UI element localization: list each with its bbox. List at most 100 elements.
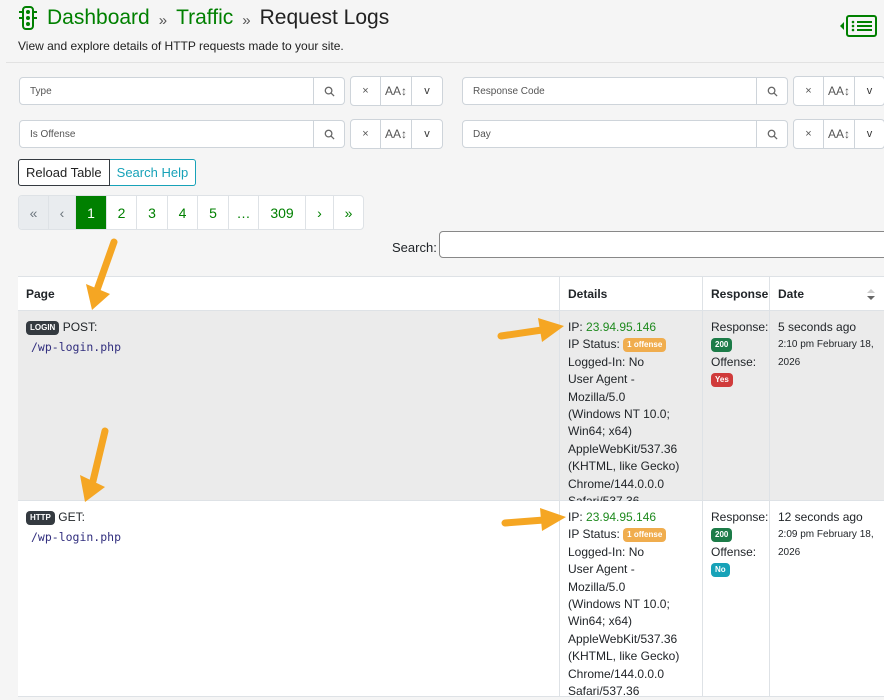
traffic-light-icon (19, 6, 37, 30)
request-logs-table: Page Details Response Date LOGIN POST: /… (18, 276, 884, 700)
logged-in-status: Logged-In: No (568, 544, 645, 559)
day-filter-search-button[interactable] (757, 120, 788, 148)
day-filter-controls: × AA↕ v (793, 119, 884, 149)
response-label: Response: (711, 510, 769, 524)
user-agent-line: User Agent - Mozilla/5.0 (568, 372, 635, 404)
date-absolute: 2:10 pm February 18, (778, 339, 874, 351)
request-method: HTTP GET: (26, 509, 552, 526)
is-offense-filter-search-button[interactable] (314, 120, 345, 148)
search-help-button[interactable]: Search Help (109, 159, 197, 186)
response-code-filter-controls: × AA↕ v (793, 76, 884, 106)
offense-badge: Yes (711, 373, 733, 388)
table-search-input[interactable] (439, 231, 884, 258)
page-5[interactable]: 5 (198, 196, 229, 229)
page-first[interactable]: « (19, 196, 49, 229)
column-header-response[interactable]: Response (703, 277, 770, 311)
case-sensitive-icon[interactable]: AA↕ (824, 77, 855, 105)
day-filter-input[interactable]: Day (462, 120, 757, 148)
response-code-badge: 200 (711, 528, 733, 543)
caret-down-icon[interactable]: v (855, 120, 884, 148)
case-sensitive-icon[interactable]: AA↕ (381, 77, 412, 105)
page-4[interactable]: 4 (168, 196, 198, 229)
column-header-date[interactable]: Date (770, 277, 884, 311)
annotation-arrow-icon (497, 318, 564, 342)
clear-icon[interactable]: × (794, 77, 824, 105)
request-details: IP: 23.94.95.146 IP Status: 1 offense Lo… (560, 311, 703, 508)
request-path: /wp-login.php (31, 340, 122, 355)
type-filter-search-button[interactable] (314, 77, 345, 105)
type-filter-input[interactable]: Type (19, 77, 314, 105)
case-sensitive-icon[interactable]: AA↕ (381, 120, 412, 148)
ip-address-link[interactable]: 23.94.95.146 (586, 320, 656, 334)
annotation-arrow-icon (501, 508, 566, 531)
ip-label: IP: (568, 510, 587, 524)
user-agent-line: Chrome/144.0.0.0 (568, 476, 665, 491)
user-agent-line: (KHTML, like Gecko) (568, 459, 680, 474)
clear-icon[interactable]: × (794, 120, 824, 148)
ip-status-label: IP Status: (568, 337, 624, 352)
annotation-arrow-icon (80, 427, 109, 502)
offense-badge: No (711, 563, 730, 578)
offense-label: Offense: (711, 354, 757, 369)
case-sensitive-icon[interactable]: AA↕ (824, 120, 855, 148)
breadcrumb-separator: » (158, 11, 168, 29)
request-date: 12 seconds ago 2:09 pm February 18, 2026 (770, 501, 884, 697)
column-header-details[interactable]: Details (560, 277, 703, 311)
user-agent: User Agent - Mozilla/5.0 (Windows NT 10.… (568, 561, 695, 700)
page-subtitle: View and explore details of HTTP request… (18, 39, 344, 53)
page-next[interactable]: › (306, 196, 334, 229)
search-icon (324, 129, 335, 140)
pagination: « ‹ 1 2 3 4 5 … 309 › » (18, 195, 364, 230)
page-3[interactable]: 3 (137, 196, 168, 229)
user-agent-line: (KHTML, like Gecko) (568, 649, 680, 664)
search-icon (767, 129, 778, 140)
offense-count-badge: 1 offense (623, 528, 667, 543)
table-actions: Reload Table Search Help (18, 159, 197, 186)
request-details: IP: 23.94.95.146 IP Status: 1 offense Lo… (560, 501, 703, 700)
page-last[interactable]: » (334, 196, 363, 229)
page-prev[interactable]: ‹ (49, 196, 76, 229)
header-divider (6, 62, 884, 63)
clear-icon[interactable]: × (351, 120, 381, 148)
type-filter-controls: × AA↕ v (350, 76, 443, 106)
user-agent-line: (Windows NT 10.0; (568, 597, 670, 612)
clear-icon[interactable]: × (351, 77, 381, 105)
user-agent-line: Chrome/144.0.0.0 (568, 666, 665, 681)
date-relative: 5 seconds ago (778, 320, 857, 334)
search-icon (324, 86, 335, 97)
annotation-arrow-icon (86, 238, 118, 310)
user-agent-line: Win64; x64) (568, 614, 633, 629)
user-agent: User Agent - Mozilla/5.0 (Windows NT 10.… (568, 371, 695, 510)
response-code-badge: 200 (711, 338, 733, 353)
page-title: Request Logs (259, 6, 390, 29)
response-code-filter-input[interactable]: Response Code (462, 77, 757, 105)
user-agent-line: AppleWebKit/537.36 (568, 441, 678, 456)
breadcrumb-separator: » (242, 11, 251, 29)
reload-table-button[interactable]: Reload Table (18, 159, 110, 186)
user-agent-line: Safari/537.36 (568, 684, 640, 699)
page-309[interactable]: 309 (259, 196, 306, 229)
user-agent-line: Win64; x64) (568, 424, 633, 439)
breadcrumb-dashboard[interactable]: Dashboard (47, 6, 150, 30)
ip-label: IP: (568, 320, 587, 334)
breadcrumb-traffic[interactable]: Traffic (176, 6, 233, 30)
response-info: Response: 200 Offense: No (703, 501, 770, 697)
page-2[interactable]: 2 (107, 196, 137, 229)
response-code-filter-search-button[interactable] (757, 77, 788, 105)
request-method-label: POST: (62, 320, 98, 334)
date-relative: 12 seconds ago (778, 510, 863, 524)
search-icon (767, 86, 778, 97)
sort-icon[interactable] (867, 289, 875, 300)
user-agent-line: (Windows NT 10.0; (568, 407, 670, 422)
page-1[interactable]: 1 (76, 196, 107, 229)
is-offense-filter-input[interactable]: Is Offense (19, 120, 314, 148)
ip-address-link[interactable]: 23.94.95.146 (586, 510, 656, 524)
caret-down-icon[interactable]: v (855, 77, 884, 105)
caret-down-icon[interactable]: v (412, 120, 442, 148)
request-type-badge: HTTP (26, 511, 55, 525)
caret-down-icon[interactable]: v (412, 77, 442, 105)
request-method-label: GET: (58, 510, 85, 524)
user-agent-line: AppleWebKit/537.36 (568, 631, 678, 646)
menu-toggle-icon[interactable] (840, 14, 878, 38)
ip-status-label: IP Status: (568, 527, 624, 542)
